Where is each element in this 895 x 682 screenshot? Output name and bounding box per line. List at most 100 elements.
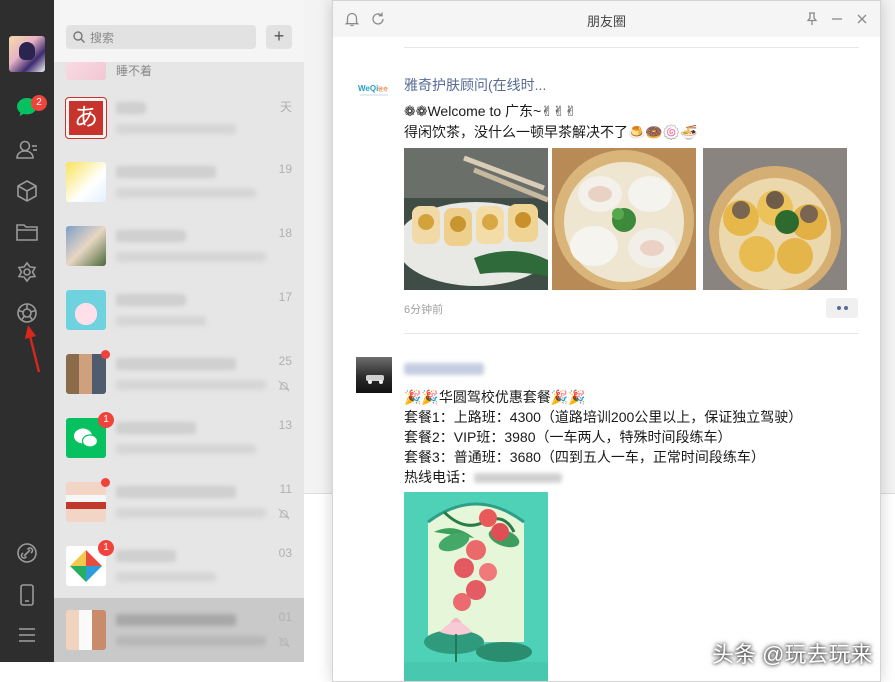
post-avatar[interactable] [356, 357, 392, 393]
phone-icon[interactable] [14, 582, 40, 608]
close-icon[interactable] [853, 10, 871, 28]
post-time: 6分钟前 [404, 304, 444, 316]
favorites-cube-icon[interactable] [14, 178, 40, 204]
list-item[interactable]: 17 [54, 278, 304, 342]
post-text-line: ❁❁Welcome to 广东~✌✌✌ [404, 103, 577, 119]
weqi-logo-icon: WeQi 雅奇 [358, 84, 388, 96]
search-placeholder: 搜索 [90, 31, 115, 45]
siu-mai-photo[interactable] [703, 148, 847, 290]
car-photo-icon [366, 375, 384, 384]
chat-title [116, 102, 146, 114]
moments-window: 朋友圈 WeQi 雅奇 雅奇护肤顾问(在线时... ❁❁Welcome to 广… [332, 0, 881, 682]
chat-time: 19 [278, 162, 292, 176]
chat-title [116, 294, 186, 306]
chat-title [116, 486, 236, 498]
chat-avatar [66, 354, 106, 394]
chat-time: 03 [278, 546, 292, 560]
unread-badge: 1 [98, 412, 114, 428]
chat-title [116, 550, 176, 562]
hotline-row: 热线电话： [404, 467, 562, 487]
chat-preview [116, 444, 256, 454]
post-text-line: 得闲饮茶，没什么一顿早茶解决不了🍮🍩🍥🍜 [404, 124, 698, 140]
contacts-icon[interactable] [14, 137, 40, 163]
svg-text:WeQi: WeQi [358, 84, 378, 93]
chat-title [116, 422, 196, 434]
list-item[interactable]: 11 [54, 470, 304, 534]
search-input[interactable]: 搜索 [66, 25, 256, 49]
more-actions-button[interactable] [826, 298, 858, 318]
hotline-number [474, 473, 562, 484]
chat-title [116, 358, 236, 370]
mini-programs-icon[interactable] [14, 260, 40, 286]
mute-bell-icon [278, 380, 290, 392]
watermark-text: 头条 @玩去玩来 [712, 642, 873, 667]
left-icon-bar: 2 [0, 0, 54, 662]
menu-icon[interactable] [14, 622, 40, 648]
spring-rolls-photo[interactable] [404, 148, 548, 290]
list-item[interactable]: 1 03 [54, 534, 304, 598]
chat-preview [116, 636, 266, 646]
chat-title [116, 230, 186, 242]
unread-dot [101, 350, 110, 359]
post-separator [404, 333, 859, 334]
my-avatar[interactable] [9, 36, 45, 72]
search-icon [73, 31, 85, 43]
chat-preview [116, 252, 266, 262]
post-avatar[interactable]: WeQi 雅奇 [356, 72, 392, 108]
chat-list-panel: 搜索 + 睡不着 あ 天 19 18 17 25 1 13 11 1 03 01 [54, 0, 304, 662]
post-text-line: 套餐2：VIP班：3980（一车两人，特殊时间段练车） [404, 429, 732, 445]
lychee-lotus-poster[interactable] [404, 492, 548, 681]
window-title: 朋友圈 [586, 14, 626, 29]
unread-dot [101, 478, 110, 487]
list-item[interactable]: 18 [54, 214, 304, 278]
mute-bell-icon [278, 636, 290, 648]
chat-preview [116, 316, 206, 326]
list-item[interactable]: 01 [54, 598, 304, 662]
chat-time: 01 [278, 610, 292, 624]
post-author[interactable] [404, 363, 484, 375]
chat-time: 18 [278, 226, 292, 240]
link-icon[interactable] [14, 540, 40, 566]
chat-avatar [66, 226, 106, 266]
chat-preview: 睡不着 [116, 64, 153, 78]
chat-preview [116, 380, 266, 390]
pin-icon[interactable] [803, 10, 821, 28]
chat-avatar [66, 162, 106, 202]
chat-preview [116, 508, 266, 518]
chat-avatar [66, 482, 106, 522]
red-arrow-annotation-icon [25, 325, 41, 373]
har-gow-dumplings-photo[interactable] [552, 148, 696, 290]
list-item[interactable]: 睡不着 [54, 62, 304, 84]
list-item[interactable]: 19 [54, 150, 304, 214]
chat-unread-badge: 2 [31, 95, 47, 111]
files-folder-icon[interactable] [14, 219, 40, 245]
search-row: 搜索 + [54, 0, 304, 62]
chat-preview [116, 188, 256, 198]
chat-title [116, 614, 236, 626]
chat-time: 天 [279, 100, 292, 114]
post-author[interactable]: 雅奇护肤顾问(在线时... [404, 75, 546, 95]
wechat-desktop: 2 搜索 + 睡不着 あ 天 19 18 17 25 1 13 11 1 03 … [0, 0, 895, 682]
chat-avatar [66, 290, 106, 330]
list-item[interactable]: あ 天 [54, 86, 304, 150]
chat-preview [116, 572, 216, 582]
chat-preview [116, 124, 236, 134]
hotline-label: 热线电话： [404, 469, 474, 485]
post-text-line: 套餐1：上路班：4300（道路培训200公里以上，保证独立驾驶） [404, 409, 803, 425]
chat-time: 25 [278, 354, 292, 368]
chat-avatar [66, 62, 106, 80]
chat-time: 17 [278, 290, 292, 304]
list-item[interactable]: 25 [54, 342, 304, 406]
chat-time: 11 [279, 482, 292, 496]
mute-bell-icon [278, 508, 290, 520]
chat-avatar [66, 610, 106, 650]
post-text-line: 套餐3：普通班：3680（四到五人一车，正常时间段练车） [404, 449, 765, 465]
chat-time: 13 [278, 418, 292, 432]
list-item[interactable]: 1 13 [54, 406, 304, 470]
add-button[interactable]: + [266, 25, 292, 49]
svg-text:雅奇: 雅奇 [378, 86, 388, 93]
minimize-icon[interactable] [828, 10, 846, 28]
moments-titlebar: 朋友圈 [333, 1, 880, 37]
unread-badge: 1 [98, 540, 114, 556]
chat-avatar: あ [65, 97, 107, 139]
